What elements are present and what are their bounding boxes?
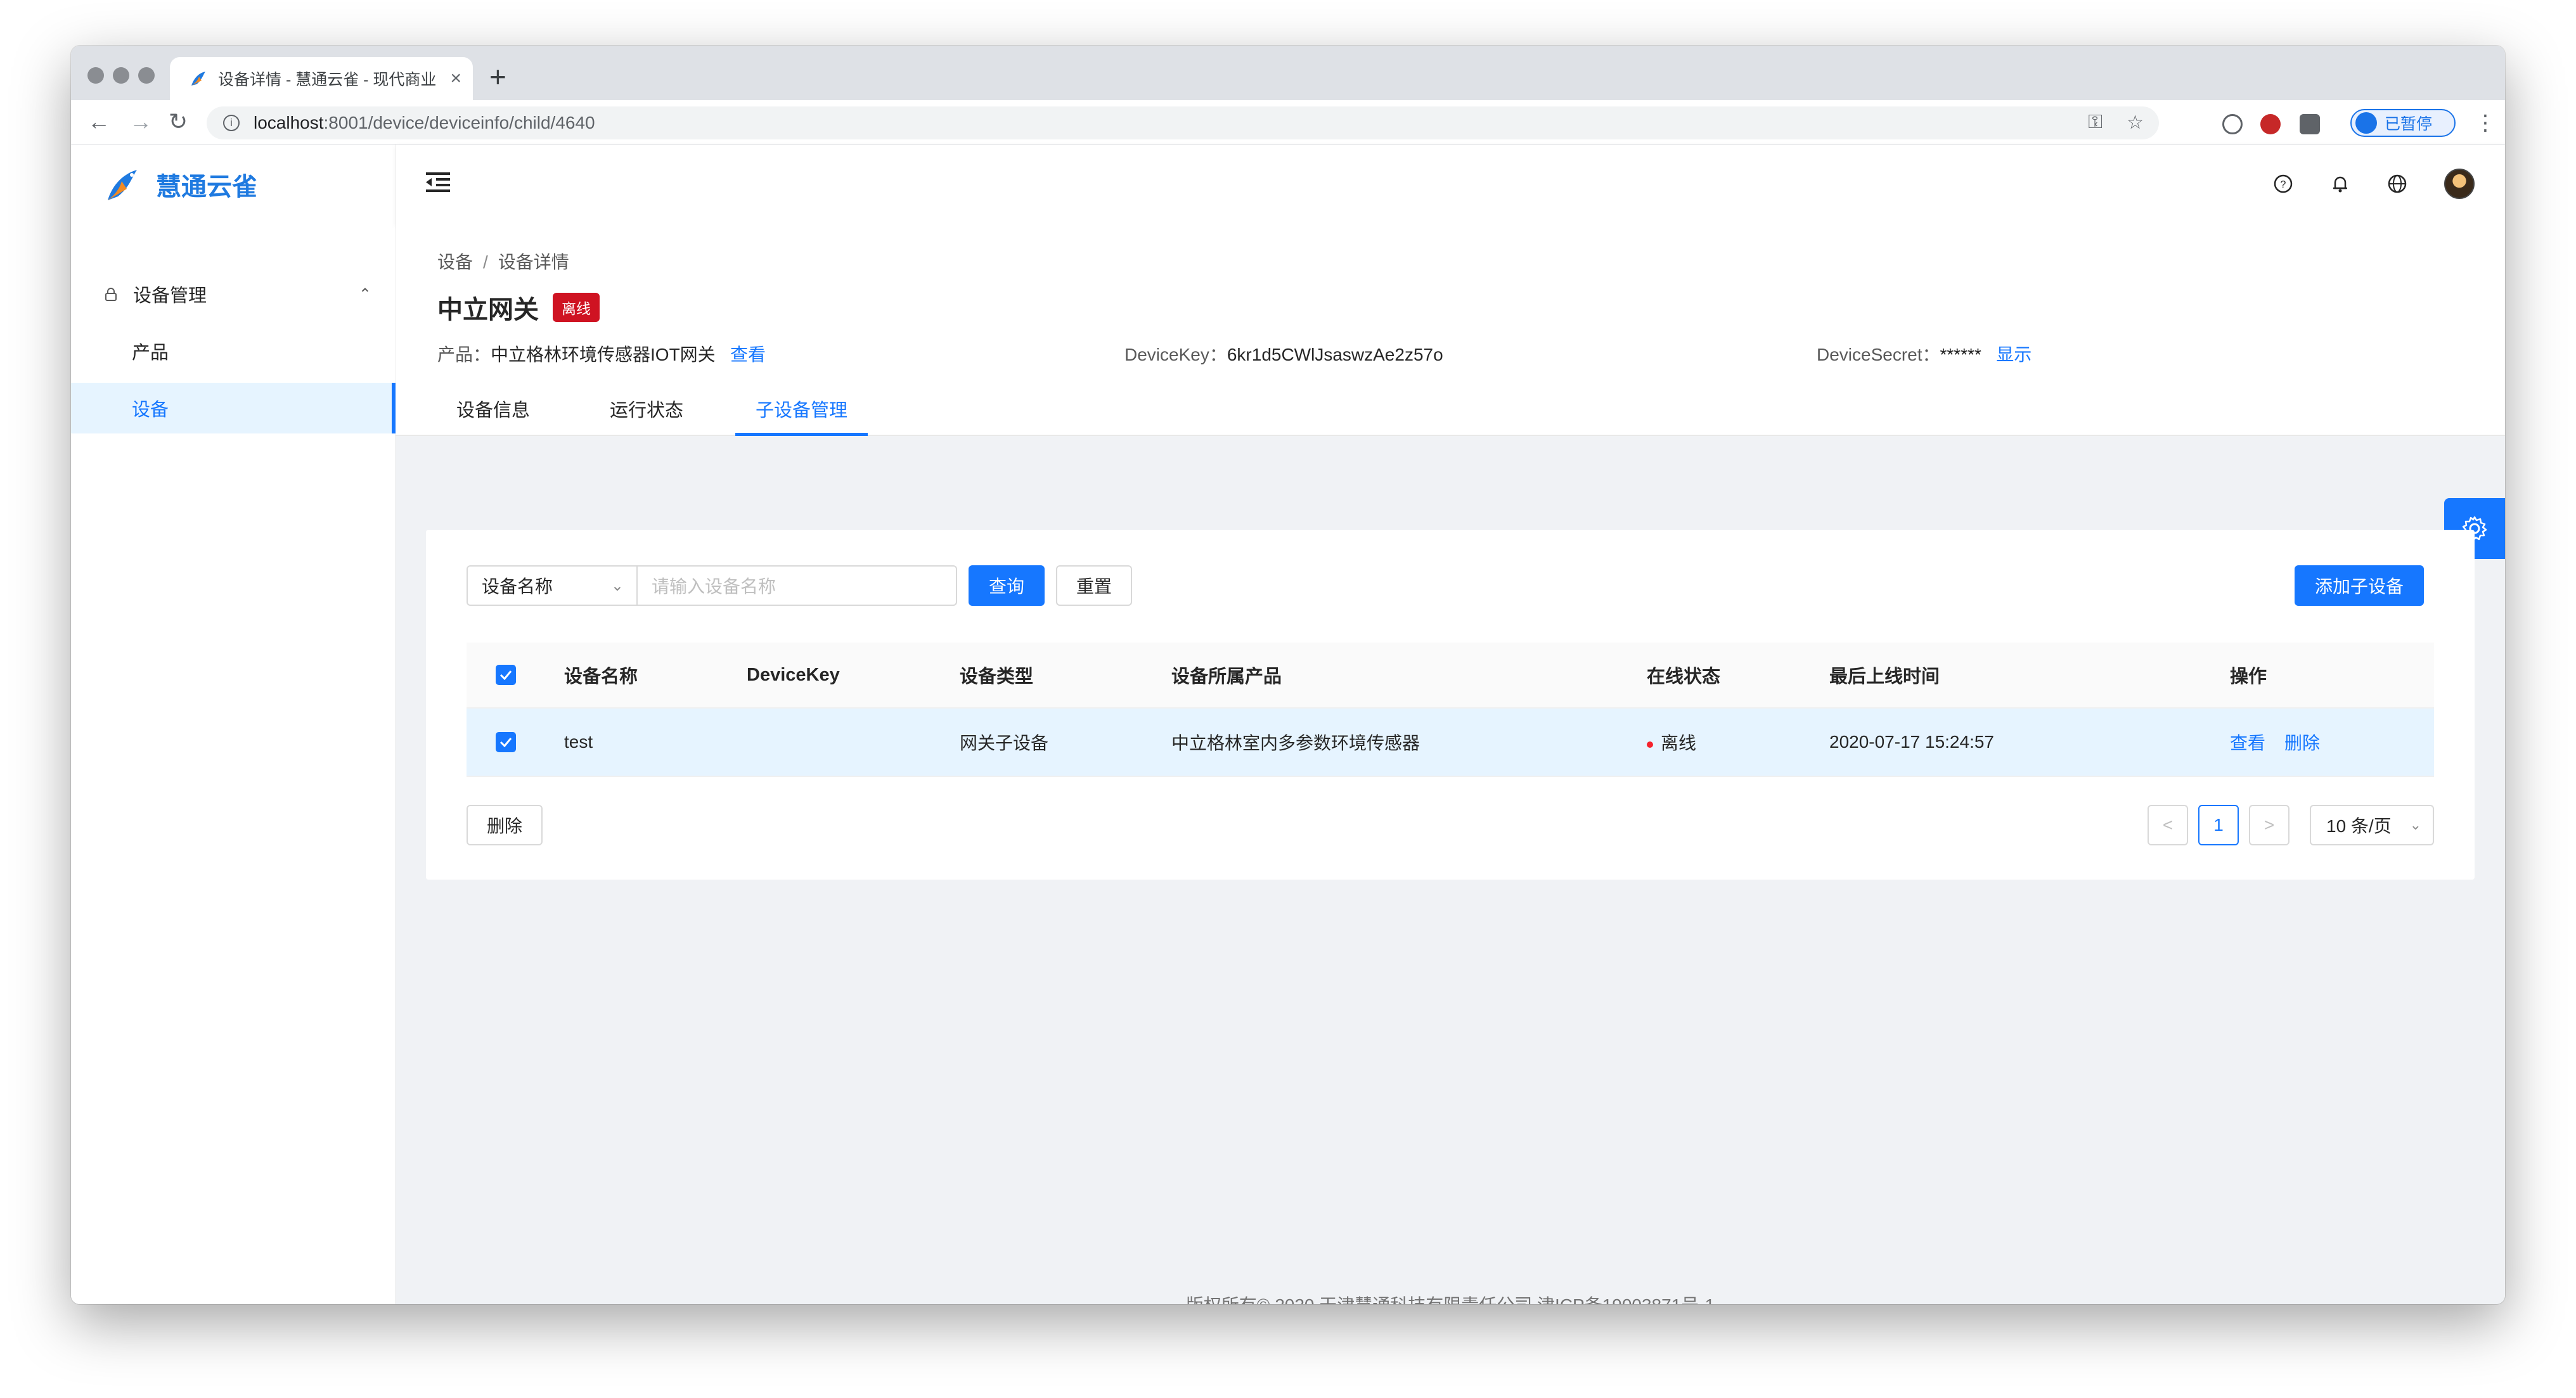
- browser-tab[interactable]: 设备详情 - 慧通云雀 - 现代商业 ×: [170, 57, 473, 100]
- key-icon[interactable]: ⚿: [2088, 112, 2103, 134]
- brand-bird-icon: [108, 170, 137, 200]
- product-meta: 产品：中立格林环境传感器IOT网关 查看: [437, 345, 766, 364]
- column-header: 设备类型: [960, 667, 1034, 687]
- breadcrumb-root[interactable]: 设备: [437, 252, 473, 272]
- device-title: 中立网关 离线: [437, 289, 600, 326]
- extension-icon[interactable]: [2222, 114, 2243, 134]
- sidebar-item-devices[interactable]: 设备: [71, 383, 396, 433]
- chevron-down-icon: ⌄: [2409, 817, 2421, 833]
- view-product-link[interactable]: 查看: [730, 345, 766, 364]
- menu-fold-icon[interactable]: [426, 170, 450, 195]
- page-1-button[interactable]: 1: [2198, 805, 2239, 845]
- column-header: 设备名称: [564, 667, 638, 687]
- show-secret-link[interactable]: 显示: [1996, 345, 2032, 364]
- browser-window: 设备详情 - 慧通云雀 - 现代商业 × + ← → ↻ i localhost…: [71, 46, 2505, 1304]
- sub-device-card: 设备名称 ⌄ 请输入设备名称 查询 重置 添加子设备 设备名称 DeviceKe…: [426, 530, 2475, 880]
- column-header: 在线状态: [1647, 667, 1721, 687]
- reset-button[interactable]: 重置: [1056, 565, 1132, 606]
- bookmark-star-icon[interactable]: ☆: [2127, 112, 2144, 134]
- tab-device-info[interactable]: 设备信息: [456, 387, 530, 436]
- table-header: 设备名称 DeviceKey 设备类型 设备所属产品 在线状态 最后上线时间 操…: [467, 643, 2434, 709]
- select-all-checkbox[interactable]: [496, 665, 516, 685]
- maximize-window-button[interactable]: [138, 67, 155, 84]
- search-input[interactable]: 请输入设备名称: [638, 565, 957, 606]
- cell-product: 中立格林室内多参数环境传感器: [1171, 733, 1420, 753]
- check-icon: [499, 738, 512, 747]
- page-header: 设备 / 设备详情 中立网关 离线 产品：中立格林环境传感器IOT网关 查看 Dev…: [396, 226, 2505, 436]
- table-footer: 删除 < 1 > 10 条/页 ⌄: [467, 805, 2434, 845]
- svg-text:?: ?: [2281, 179, 2286, 190]
- tab-title: 设备详情 - 慧通云雀 - 现代商业: [218, 71, 437, 89]
- page-title: 中立网关: [437, 296, 539, 324]
- table-row[interactable]: test 网关子设备 中立格林室内多参数环境传感器 离线 2020-07-17 …: [467, 709, 2434, 777]
- user-avatar[interactable]: [2444, 169, 2475, 199]
- device-key-meta: DeviceKey：6kr1d5CWlJsaswzAe2z57o: [1124, 345, 1443, 364]
- tab-running-status[interactable]: 运行状态: [610, 387, 683, 436]
- breadcrumb-current: 设备详情: [498, 252, 569, 272]
- tab-close-icon[interactable]: ×: [450, 68, 461, 89]
- tabs-divider: [396, 435, 2505, 436]
- top-header: ?: [396, 144, 2505, 226]
- tab-strip: 设备详情 - 慧通云雀 - 现代商业 × +: [71, 46, 2505, 100]
- column-header: 设备所属产品: [1171, 667, 1282, 687]
- column-header: 最后上线时间: [1829, 667, 1940, 687]
- extension-icon[interactable]: [2300, 114, 2320, 134]
- offline-dot-icon: [1647, 741, 1653, 748]
- site-info-icon[interactable]: i: [223, 115, 240, 131]
- delete-row-link[interactable]: 删除: [2284, 729, 2320, 755]
- notification-bell-icon[interactable]: [2330, 174, 2350, 194]
- footer-copyright: 版权所有© 2020 天津慧通科技有限责任公司 津ICP备19003871号-1: [396, 1292, 2505, 1304]
- menu-group-device-management[interactable]: 设备管理 ⌃: [71, 269, 396, 319]
- cell-device-type: 网关子设备: [960, 733, 1049, 753]
- query-button[interactable]: 查询: [969, 565, 1045, 606]
- cell-device-name: test: [564, 732, 593, 752]
- new-tab-button[interactable]: +: [489, 62, 506, 91]
- pagination: < 1 > 10 条/页 ⌄: [2148, 805, 2434, 845]
- chevron-up-icon: ⌃: [358, 285, 371, 303]
- row-checkbox[interactable]: [496, 732, 516, 752]
- profile-paused-button[interactable]: 已暂停: [2350, 109, 2456, 137]
- browser-menu-icon[interactable]: ⋮: [2475, 110, 2496, 136]
- chevron-down-icon: ⌄: [610, 577, 624, 594]
- tab-sub-devices[interactable]: 子设备管理: [735, 387, 868, 436]
- column-header: DeviceKey: [747, 664, 840, 685]
- next-page-button[interactable]: >: [2249, 805, 2289, 845]
- page-size-select[interactable]: 10 条/页 ⌄: [2310, 805, 2434, 845]
- reload-icon[interactable]: ↻: [169, 109, 188, 134]
- close-window-button[interactable]: [87, 67, 104, 84]
- cell-online-status: 离线: [1647, 729, 1696, 755]
- device-tabs: 设备信息 运行状态 子设备管理: [396, 387, 2505, 436]
- profile-avatar-icon: [2355, 112, 2377, 134]
- url-text: localhost:8001/device/deviceinfo/child/4…: [254, 113, 595, 132]
- column-header: 操作: [2230, 667, 2267, 687]
- filter-bar: 设备名称 ⌄ 请输入设备名称 查询 重置: [467, 565, 1132, 606]
- minimize-window-button[interactable]: [113, 67, 129, 84]
- back-icon[interactable]: ←: [87, 109, 110, 134]
- check-icon: [499, 670, 512, 680]
- cell-last-online: 2020-07-17 15:24:57: [1829, 732, 1994, 752]
- view-row-link[interactable]: 查看: [2230, 729, 2265, 755]
- add-sub-device-button[interactable]: 添加子设备: [2295, 565, 2424, 606]
- app-favicon-icon: [191, 72, 205, 86]
- sidebar: 慧通云雀 设备管理 ⌃ 产品 设备: [71, 144, 396, 1304]
- status-badge: 离线: [553, 293, 600, 322]
- lock-icon: [105, 288, 117, 301]
- browser-toolbar: ← → ↻ i localhost:8001/device/deviceinfo…: [71, 100, 2505, 144]
- sub-device-table: 设备名称 DeviceKey 设备类型 设备所属产品 在线状态 最后上线时间 操…: [467, 643, 2434, 777]
- breadcrumb: 设备 / 设备详情: [437, 252, 569, 272]
- address-bar[interactable]: i localhost:8001/device/deviceinfo/child…: [207, 106, 2159, 139]
- bulk-delete-button[interactable]: 删除: [467, 805, 543, 845]
- language-globe-icon[interactable]: [2387, 174, 2407, 194]
- help-icon[interactable]: ?: [2273, 174, 2293, 194]
- app-root: 慧通云雀 设备管理 ⌃ 产品 设备 ? 设备 / 设备详情 中立网关 离线 产品…: [71, 144, 2505, 1304]
- extension-icon[interactable]: [2260, 114, 2281, 134]
- forward-icon[interactable]: →: [129, 109, 152, 134]
- sidebar-item-products[interactable]: 产品: [71, 326, 396, 376]
- prev-page-button[interactable]: <: [2148, 805, 2188, 845]
- brand-logo[interactable]: 慧通云雀: [104, 166, 257, 203]
- search-field-select[interactable]: 设备名称 ⌄: [467, 565, 638, 606]
- device-secret-meta: DeviceSecret：****** 显示: [1817, 345, 2032, 364]
